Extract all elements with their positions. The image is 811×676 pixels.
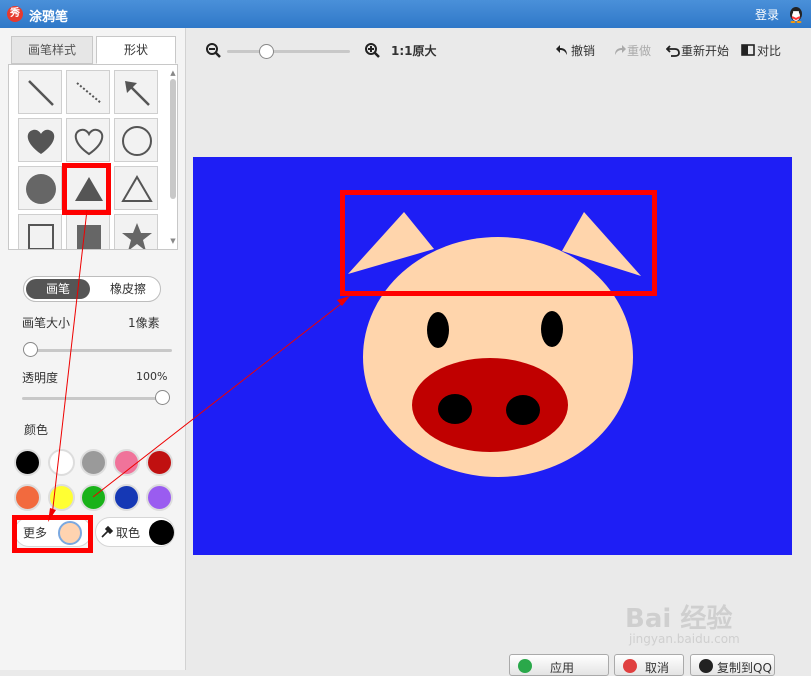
color-swatch[interactable]	[146, 484, 173, 511]
brush-mode-button[interactable]: 画笔	[26, 279, 90, 299]
eyedropper-icon	[101, 525, 114, 538]
highlight-more-colors	[12, 515, 93, 553]
color-label: 颜色	[24, 423, 49, 437]
color-swatch[interactable]	[14, 449, 41, 476]
redo-button[interactable]: 重做	[627, 42, 651, 59]
redo-icon	[615, 45, 626, 55]
shape-star[interactable]	[114, 214, 158, 249]
compare-icon	[741, 44, 755, 56]
color-swatch[interactable]	[113, 484, 140, 511]
scroll-down-icon[interactable]: ▼	[169, 237, 177, 245]
shape-outline-triangle[interactable]	[114, 166, 158, 210]
scroll-thumb[interactable]	[170, 79, 176, 199]
tab-brush-style[interactable]: 画笔样式	[11, 36, 93, 64]
brush-size-value: 1像素	[128, 316, 160, 330]
outline-heart-icon	[74, 128, 104, 156]
app-logo: 秀	[7, 6, 23, 22]
shape-scrollbar[interactable]: ▲ ▼	[169, 69, 177, 245]
copy-to-qq-button[interactable]: 复制到QQ	[690, 654, 775, 676]
shape-arrow[interactable]	[114, 70, 158, 114]
picked-color-swatch	[149, 520, 174, 545]
undo-icon	[556, 45, 567, 55]
outline-triangle-icon	[121, 175, 153, 202]
qq-penguin-icon[interactable]	[787, 5, 805, 23]
highlight-pig-ears	[340, 190, 657, 296]
close-icon	[623, 659, 637, 673]
undo-button[interactable]: 撤销	[571, 42, 595, 59]
qq-icon	[699, 659, 713, 673]
watermark-sub: jingyan.baidu.com	[629, 632, 740, 646]
highlight-triangle-shape	[62, 163, 111, 215]
toolbar: 1:1原大 撤销 重做 重新开始 对比	[187, 28, 811, 74]
line-icon	[28, 80, 54, 106]
tab-shape[interactable]: 形状	[96, 36, 176, 64]
mode-toggle: 画笔 橡皮擦	[23, 276, 161, 302]
restart-icon	[666, 45, 680, 57]
app-title: 涂鸦笔	[29, 10, 69, 25]
outline-circle-icon	[122, 126, 152, 156]
opacity-slider-thumb[interactable]	[155, 390, 170, 405]
shape-filled-heart[interactable]	[18, 118, 62, 162]
filled-square-icon	[77, 225, 101, 249]
outline-square-icon	[28, 224, 54, 249]
title-bar: 秀 涂鸦笔 登录	[0, 0, 811, 28]
opacity-slider[interactable]	[22, 397, 168, 400]
actual-size-button[interactable]: 1:1原大	[391, 42, 437, 59]
zoom-slider-thumb[interactable]	[259, 44, 275, 59]
color-swatch[interactable]	[113, 449, 140, 476]
zoom-in-icon[interactable]	[364, 42, 380, 58]
shape-outline-square[interactable]	[18, 214, 62, 249]
shape-dashed-line[interactable]	[66, 70, 110, 114]
arrow-icon	[125, 81, 150, 106]
dashed-line-icon	[76, 82, 102, 104]
opacity-value: 100%	[136, 370, 168, 383]
star-icon	[122, 223, 152, 249]
filled-circle-icon	[26, 174, 56, 204]
shape-outline-circle[interactable]	[114, 118, 158, 162]
filled-heart-icon	[27, 129, 55, 154]
color-swatch[interactable]	[48, 449, 75, 476]
brush-size-slider-thumb[interactable]	[23, 342, 38, 357]
watermark-main: Bai 经验	[625, 604, 733, 634]
color-swatch[interactable]	[14, 484, 41, 511]
brush-size-slider[interactable]	[24, 349, 172, 352]
shape-grid: ▲ ▼	[8, 64, 178, 250]
left-panel: 画笔样式 形状 ▲ ▼ 画笔 橡皮擦 画笔大小 1像素 透明度 100% 颜色 …	[0, 28, 186, 670]
color-swatch[interactable]	[80, 484, 107, 511]
shape-outline-heart[interactable]	[66, 118, 110, 162]
apply-button[interactable]: 应用	[509, 654, 609, 676]
opacity-label: 透明度	[22, 371, 59, 385]
color-swatch[interactable]	[48, 484, 75, 511]
color-picker-button[interactable]: 取色	[95, 517, 175, 547]
compare-button[interactable]: 对比	[757, 42, 781, 59]
scroll-up-icon[interactable]: ▲	[169, 69, 177, 77]
eraser-mode-button[interactable]: 橡皮擦	[96, 279, 160, 299]
shape-filled-circle[interactable]	[18, 166, 62, 210]
cancel-button[interactable]: 取消	[614, 654, 684, 676]
color-swatch[interactable]	[80, 449, 107, 476]
color-swatch[interactable]	[146, 449, 173, 476]
zoom-slider[interactable]	[227, 50, 350, 53]
check-icon	[518, 659, 532, 673]
shape-line[interactable]	[18, 70, 62, 114]
shape-filled-square[interactable]	[66, 214, 110, 249]
color-picker-label: 取色	[116, 526, 141, 540]
brush-size-label: 画笔大小	[22, 316, 71, 330]
zoom-out-icon[interactable]	[205, 42, 221, 58]
restart-button[interactable]: 重新开始	[681, 42, 729, 59]
login-link[interactable]: 登录	[755, 6, 779, 23]
